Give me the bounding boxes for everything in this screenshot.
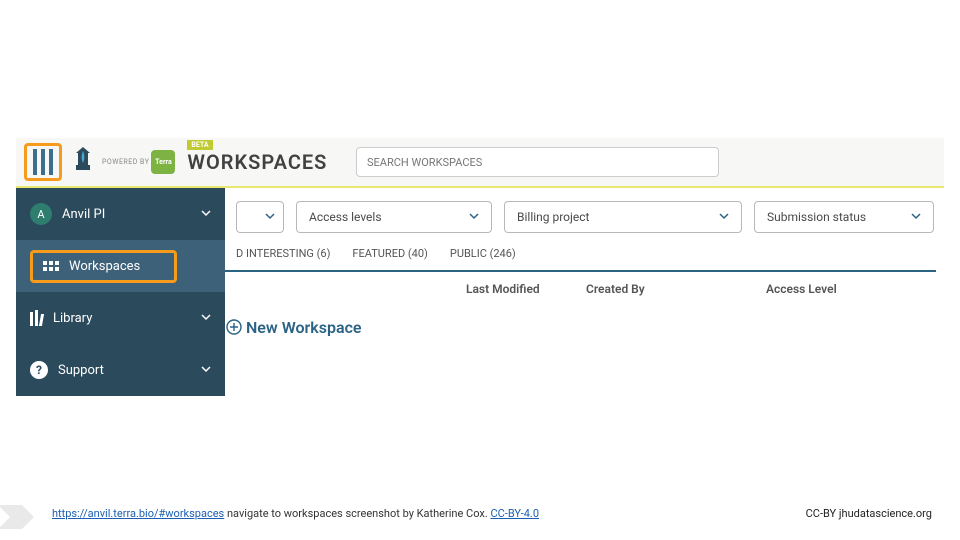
sidebar-item-support[interactable]: ? Support [16,344,225,396]
chevron-down-icon [201,363,211,378]
sidebar-user-name: Anvil PI [62,207,105,222]
column-header-created-by: Created By [586,282,766,296]
tab-public[interactable]: PUBLIC (246) [450,247,516,260]
footer-attribution: CC-BY jhudatascience.org [806,507,932,520]
create-workspace-link: New Workspace [246,318,362,337]
workspaces-highlight: Workspaces [30,250,177,283]
sidebar-item-label: Support [58,363,104,378]
footer-url-link[interactable]: https://anvil.terra.bio/#workspaces [52,507,224,520]
help-icon: ? [30,361,48,379]
hamburger-highlight [24,143,62,181]
filter-submission-status[interactable]: Submission status [754,201,934,233]
footer-caption: https://anvil.terra.bio/#workspaces navi… [52,507,539,520]
page-label: BETA WORKSPACES [187,150,327,174]
sidebar-item-label: Workspaces [69,259,140,274]
chevron-down-icon [201,207,211,222]
sidebar: A Anvil PI Workspaces Library ? Support [16,188,225,396]
powered-by-label: POWERED BY [102,159,149,166]
terra-logo-icon: Terra [151,150,175,174]
footer: https://anvil.terra.bio/#workspaces navi… [0,507,960,520]
footer-caption-text: navigate to workspaces screenshot by Kat… [227,507,490,520]
tab-interesting[interactable]: D INTERESTING (6) [236,247,330,260]
menu-icon[interactable] [33,149,53,175]
filter-label: Billing project [517,210,589,224]
sidebar-user-row[interactable]: A Anvil PI [16,188,225,240]
top-bar: POWERED BY Terra BETA WORKSPACES [16,138,944,188]
search-input[interactable] [356,147,719,177]
sidebar-item-library[interactable]: Library [16,292,225,344]
filter-access-levels[interactable]: Access levels [296,201,492,233]
filter-label: Submission status [767,210,866,224]
chevron-down-icon [911,210,921,224]
chevron-down-icon [201,311,211,326]
sidebar-item-label: Library [53,311,92,326]
chevron-down-icon [265,210,275,224]
footer-license-link[interactable]: CC-BY-4.0 [490,507,539,520]
tab-featured[interactable]: FEATURED (40) [352,247,427,260]
filter-dropdown[interactable] [236,201,284,233]
beta-badge: BETA [187,140,212,150]
page-title: WORKSPACES [187,150,327,174]
column-header-last-modified: Last Modified [466,282,586,296]
library-icon [30,310,43,326]
filter-label: Access levels [309,210,382,224]
filter-billing-project[interactable]: Billing project [504,201,742,233]
sidebar-item-workspaces[interactable]: Workspaces [16,240,225,292]
watermark-icon [0,499,36,535]
chevron-down-icon [469,210,479,224]
avatar: A [30,203,52,225]
column-header [236,282,466,296]
grid-icon [43,261,59,271]
anvil-logo-icon [70,145,96,179]
plus-icon [226,319,242,339]
chevron-down-icon [719,210,729,224]
column-header-access-level: Access Level [766,282,837,296]
